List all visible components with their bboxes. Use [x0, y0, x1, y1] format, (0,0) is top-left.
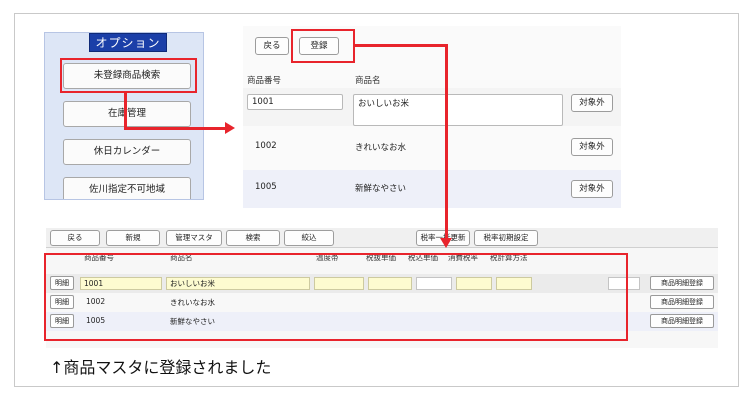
form-row: 1002 きれいなお水 対象外	[243, 130, 621, 168]
form-row: 1005 新鮮なやさい 対象外	[243, 170, 621, 208]
product-code-text: 1002	[255, 141, 277, 151]
options-title: オプション	[89, 33, 167, 52]
initial-tax-setting-button[interactable]: 税率初期設定	[474, 230, 538, 246]
product-name-input[interactable]: おいしいお米	[353, 94, 563, 126]
column-header-product-name: 商品名	[355, 76, 381, 86]
register-detail-button[interactable]: 商品明細登録	[650, 276, 714, 290]
column-header-product-code: 商品番号	[247, 76, 282, 86]
caption: ↑商品マスタに登録されました	[50, 358, 272, 377]
highlight-unregistered-search	[60, 58, 197, 93]
arrow-down-icon	[440, 238, 452, 248]
arrow-line	[124, 127, 226, 130]
arrow-line	[124, 93, 127, 130]
arrow-right-icon	[225, 122, 235, 134]
product-code-input[interactable]: 1001	[247, 94, 343, 110]
exclude-button[interactable]: 対象外	[571, 180, 613, 198]
manage-master-button[interactable]: 管理マスタ	[166, 230, 222, 246]
product-name-text: 新鮮なやさい	[355, 184, 407, 194]
sagawa-unavailable-area-button[interactable]: 佐川指定不可地域	[63, 177, 191, 199]
product-code-text: 1005	[255, 182, 277, 192]
master-toolbar: 戻る 新規 管理マスタ 検索 絞込 税率一括更新 税率初期設定	[46, 228, 718, 248]
highlight-register-button	[291, 29, 355, 63]
highlight-grid-rows	[44, 253, 628, 341]
back-button[interactable]: 戻る	[255, 37, 289, 55]
exclude-button[interactable]: 対象外	[571, 138, 613, 156]
product-name-text: きれいなお水	[355, 143, 407, 153]
new-button[interactable]: 新規	[106, 230, 160, 246]
form-row: 1001 おいしいお米 対象外	[243, 88, 621, 126]
register-detail-button[interactable]: 商品明細登録	[650, 314, 714, 328]
search-button[interactable]: 検索	[226, 230, 280, 246]
holiday-calendar-button[interactable]: 休日カレンダー	[63, 139, 191, 165]
filter-button[interactable]: 絞込	[284, 230, 334, 246]
arrow-line	[445, 44, 448, 240]
register-detail-button[interactable]: 商品明細登録	[650, 295, 714, 309]
exclude-button[interactable]: 対象外	[571, 94, 613, 112]
arrow-line	[355, 44, 448, 47]
back-button[interactable]: 戻る	[50, 230, 100, 246]
inventory-management-button[interactable]: 在庫管理	[63, 101, 191, 127]
